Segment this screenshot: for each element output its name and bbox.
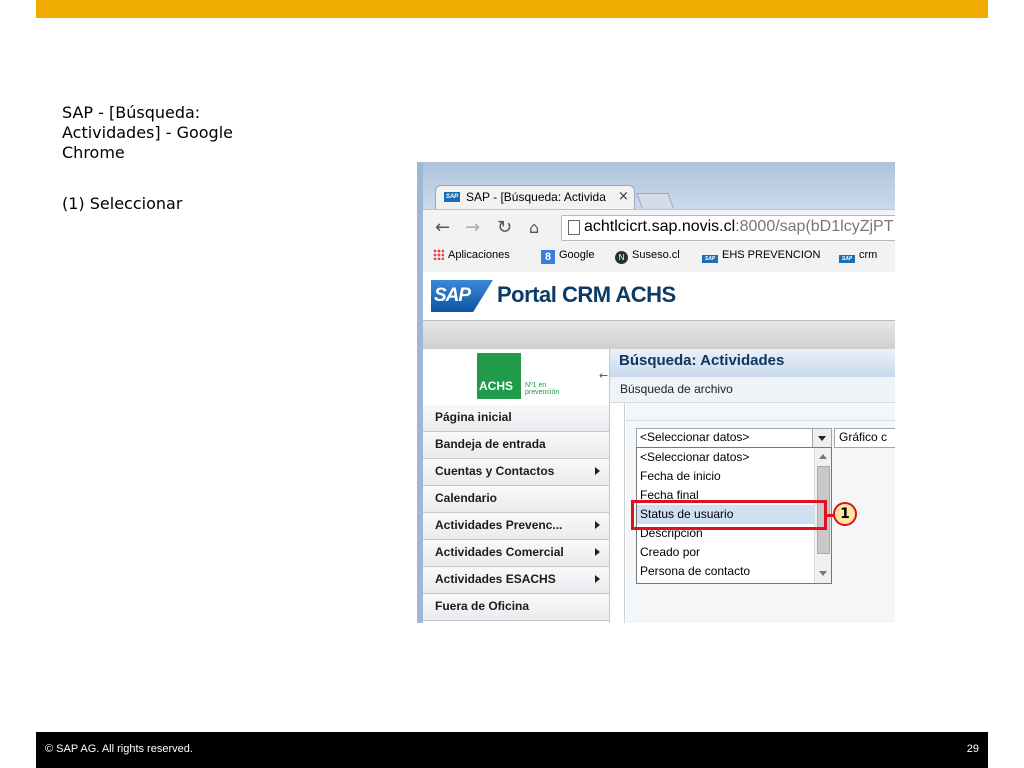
portal-title: Portal CRM ACHS: [497, 282, 676, 307]
nav-item-actividades-prevencion[interactable]: Actividades Prevenc...: [423, 513, 609, 540]
slide-footer: © SAP AG. All rights reserved. 29: [36, 732, 988, 768]
browser-screenshot: SAP SAP - [Búsqueda: Activida × ← → ↻ ⌂ …: [417, 162, 895, 623]
bookmark-ehs-prevencion[interactable]: SAP EHS PREVENCION: [702, 249, 820, 263]
google-icon: 8: [541, 250, 555, 264]
bookmark-crm[interactable]: SAP crm: [839, 249, 877, 263]
tab-close-icon[interactable]: ×: [618, 189, 629, 204]
scroll-down-icon[interactable]: [819, 571, 827, 576]
bookmarks-bar: Aplicaciones 8 Google N Suseso.cl SAP EHS P…: [423, 246, 895, 268]
scroll-up-icon[interactable]: [819, 454, 827, 459]
dropdown-option[interactable]: Creado por: [637, 543, 814, 562]
section-subtitle: Búsqueda de archivo: [620, 382, 733, 396]
home-icon[interactable]: ⌂: [529, 217, 539, 239]
slide-title: SAP - [Búsqueda: Actividades] - Google C…: [62, 103, 233, 162]
address-url: achtlcicrt.sap.novis.cl:8000/sap(bD1lcyZ…: [584, 218, 894, 235]
bookmark-suseso[interactable]: N Suseso.cl: [615, 249, 680, 264]
dropdown-option[interactable]: Persona de contacto: [637, 562, 814, 581]
header-band: [423, 320, 895, 350]
divider: [624, 403, 625, 623]
achs-tagline: Nº1 en prevención: [525, 382, 560, 396]
submenu-arrow-icon: [595, 467, 600, 475]
browser-toolbar: ← → ↻ ⌂ achtlcicrt.sap.novis.cl:8000/sap…: [423, 209, 895, 272]
back-arrow-icon[interactable]: ←: [435, 217, 450, 239]
nav-item-pagina-inicial[interactable]: Página inicial: [423, 405, 609, 432]
apps-icon: [433, 249, 444, 260]
submenu-arrow-icon: [595, 521, 600, 529]
sap-icon: SAP: [702, 255, 718, 263]
navigation-bar: ACHS Nº1 en prevención ← Página inicial B…: [423, 349, 610, 623]
portal-header: SAP Portal CRM ACHS: [423, 272, 895, 320]
page-title: Búsqueda: Actividades: [619, 352, 785, 369]
chevron-down-icon[interactable]: [812, 429, 831, 447]
achs-logo: ACHS: [477, 353, 521, 399]
tab-title: SAP - [Búsqueda: Activida: [466, 190, 606, 204]
org-logo-area: ACHS Nº1 en prevención ←: [423, 349, 609, 406]
sap-favicon-icon: SAP: [444, 192, 460, 202]
forward-arrow-icon[interactable]: →: [465, 217, 480, 239]
nav-item-fuera-de-oficina[interactable]: Fuera de Oficina: [423, 594, 609, 621]
page-icon: [568, 220, 580, 235]
dropdown-option[interactable]: <Seleccionar datos>: [637, 448, 814, 467]
callout-number-badge: 1: [833, 502, 857, 526]
divider: [626, 420, 895, 421]
suseso-icon: N: [615, 251, 628, 264]
nav-item-bandeja-de-entrada[interactable]: Bandeja de entrada: [423, 432, 609, 459]
submenu-arrow-icon: [595, 575, 600, 583]
sap-icon: SAP: [839, 255, 855, 263]
collapse-arrow-icon[interactable]: ←: [599, 369, 608, 382]
content-area: Búsqueda: Actividades Búsqueda de archiv…: [610, 349, 895, 623]
nav-item-actividades-esachs[interactable]: Actividades ESACHS: [423, 567, 609, 594]
content-subheader: Búsqueda de archivo: [610, 377, 895, 403]
address-bar[interactable]: achtlcicrt.sap.novis.cl:8000/sap(bD1lcyZ…: [561, 215, 895, 241]
page-number: 29: [966, 743, 979, 755]
content-header: Búsqueda: Actividades: [610, 349, 895, 378]
top-accent-bar: [36, 0, 988, 18]
highlight-box: [631, 500, 827, 530]
bookmark-aplicaciones[interactable]: Aplicaciones: [433, 249, 510, 261]
bookmark-google[interactable]: 8 Google: [541, 249, 594, 264]
new-tab-button[interactable]: [636, 193, 674, 208]
sap-logo: SAP: [431, 280, 493, 312]
submenu-arrow-icon: [595, 548, 600, 556]
dropdown-option[interactable]: Fecha de inicio: [637, 467, 814, 486]
slide-step-text: (1) Seleccionar: [62, 194, 183, 213]
copyright-text: © SAP AG. All rights reserved.: [45, 743, 193, 755]
reload-icon[interactable]: ↻: [497, 217, 512, 239]
nav-item-actividades-comercial[interactable]: Actividades Comercial: [423, 540, 609, 567]
browser-tab[interactable]: SAP SAP - [Búsqueda: Activida ×: [435, 185, 635, 210]
graph-select[interactable]: Gráfico c: [834, 428, 895, 448]
nav-item-calendario[interactable]: Calendario: [423, 486, 609, 513]
nav-item-cuentas-y-contactos[interactable]: Cuentas y Contactos: [423, 459, 609, 486]
data-select[interactable]: <Seleccionar datos>: [636, 428, 832, 448]
